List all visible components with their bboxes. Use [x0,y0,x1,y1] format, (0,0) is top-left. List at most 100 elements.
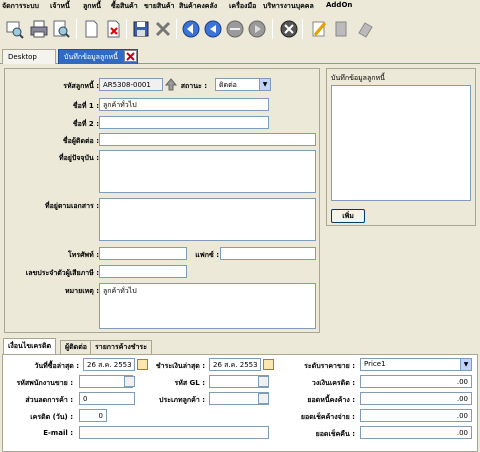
menu-creditor[interactable]: เจ้าหนี้ [50,1,70,12]
chevron-down-icon: ▼ [460,359,471,370]
tab-credit-terms[interactable]: เงื่อนไขเครดิต [3,338,57,354]
toolbar [0,14,480,46]
name1-label: ชื่อที่ 1 : [72,102,99,110]
new-button[interactable] [80,17,102,41]
doc-address-field[interactable] [99,198,316,241]
last-pay-field[interactable]: 26 ส.ค. 2553 [209,358,261,371]
name2-label: ชื่อที่ 2 : [72,120,99,128]
find-icon [6,21,24,39]
taxid-label: เลขประจำตัวผู้เสียภาษี : [25,269,99,277]
note-field[interactable]: ลูกค้าทั่วไป [99,283,316,329]
price-level-label: ระดับราคาขาย : [304,362,355,370]
close-tab-button[interactable] [124,50,137,62]
taxid-field[interactable] [99,265,187,278]
gl-label: รหัส GL : [174,379,205,387]
last-record-button[interactable] [246,17,268,41]
doc-address-label: ที่อยู่ตามเอกสาร : [44,202,99,210]
print-button[interactable] [28,17,50,41]
close-icon [155,21,171,37]
first-record-button[interactable] [180,17,202,41]
tab-outstanding[interactable]: รายการค้างชำระ [90,340,152,354]
attach-button[interactable] [330,17,352,41]
menu-sales[interactable]: ขายสินค้า [144,1,175,12]
cancel-button[interactable] [152,17,174,41]
cheque-return-field[interactable]: .00 [360,426,472,439]
calendar-icon[interactable] [263,359,274,370]
cheque-return-label: ยอดเช็คคืน : [315,430,355,438]
save-icon [133,21,149,37]
note-label: หมายเหตุ : [64,287,99,295]
first-arrow-icon [182,20,200,38]
status-label: สถานะ : [180,82,207,90]
menu-system[interactable]: จัดการระบบ [2,1,39,12]
balance-label: ยอดหนี้คงค้าง : [307,396,355,404]
edit-button[interactable] [308,17,330,41]
save-button[interactable] [130,17,152,41]
price-level-select[interactable]: Price1 ▼ [360,358,472,371]
discount-field[interactable]: 0 [79,392,135,405]
chevron-down-icon: ▼ [259,79,270,90]
cheque-pending-field[interactable]: .00 [360,409,472,422]
address-label: ที่อยู่ปัจจุบัน : [58,154,99,162]
preview-button[interactable] [50,17,72,41]
previous-record-button[interactable] [202,17,224,41]
last-pay-label: ชำระเงินล่าสุด : [155,362,205,370]
tab-contacts[interactable]: ผู้ติดต่อ [60,340,92,354]
separator [126,19,127,39]
lookup-icon[interactable] [258,376,269,387]
tab-customer-label: บันทึกข้อมูลลูกหนี้ [64,52,118,61]
menu-debtor[interactable]: ลูกหนี้ [83,1,101,12]
tab-desktop[interactable]: Desktop [2,49,56,64]
menu-addon[interactable]: AddOn [326,1,352,9]
balance-field[interactable]: .00 [360,392,472,405]
separator [176,19,177,39]
contact-label: ชื่อผู้ติดต่อ : [62,137,99,145]
close-icon [126,51,135,61]
content-area: รหัสลูกหนี้ : AR5308-0001 สถานะ : ติดต่อ… [0,65,480,452]
contact-field[interactable] [99,133,316,146]
phone-field[interactable] [99,247,187,260]
edit-icon [312,21,327,37]
code-field[interactable]: AR5308-0001 [99,78,163,91]
fax-field[interactable] [220,247,316,260]
menu-hr[interactable]: บริหารงานบุคคล [263,1,314,12]
next-record-button[interactable] [224,17,246,41]
calendar-icon[interactable] [137,359,148,370]
add-note-button[interactable]: เพิ่ม [331,209,365,223]
stop-icon [280,20,298,38]
email-field[interactable] [79,426,269,439]
find-button[interactable] [4,17,26,41]
last-sale-field[interactable]: 26 ส.ค. 2553 [83,358,135,371]
stop-button[interactable] [278,17,300,41]
name1-field[interactable]: ลูกค้าทั่วไป [99,98,269,111]
menu-inventory[interactable]: สินค้าคงคลัง [179,1,217,12]
delete-document-icon [107,20,120,38]
credit-terms-panel: วันที่ซื้อล่าสุด : 26 ส.ค. 2553 ชำระเงิน… [2,354,478,452]
eraser-button[interactable] [354,17,376,41]
next-arrow-icon [226,20,244,38]
menu-tools[interactable]: เครื่องมือ [229,1,256,12]
credit-days-field[interactable]: 0 [79,409,107,422]
status-select[interactable]: ติดต่อ ▼ [215,78,271,91]
separator [302,19,303,39]
code-label: รหัสลูกหนี้ : [63,82,99,90]
credit-limit-field[interactable]: .00 [360,375,472,388]
eraser-icon [358,22,373,38]
previous-arrow-icon [204,20,222,38]
name2-field[interactable] [99,116,269,129]
notes-panel: บันทึกข้อมูลลูกหนี้ เพิ่ม [326,68,476,226]
notes-list[interactable] [331,85,471,201]
phone-label: โทรศัพท์ : [67,251,99,259]
customer-type-label: ประเภทลูกค้า : [159,396,205,404]
menu-purchase[interactable]: ซื้อสินค้า [111,1,138,12]
last-sale-label: วันที่ซื้อล่าสุด : [34,362,79,370]
price-level-value: Price1 [364,360,386,368]
separator [272,19,273,39]
code-lookup-button[interactable] [164,78,178,91]
lookup-icon[interactable] [124,376,135,387]
delete-button[interactable] [102,17,124,41]
last-arrow-icon [248,20,266,38]
address-field[interactable] [99,150,316,193]
lookup-icon[interactable] [258,393,269,404]
notes-title: บันทึกข้อมูลลูกหนี้ [331,74,385,82]
